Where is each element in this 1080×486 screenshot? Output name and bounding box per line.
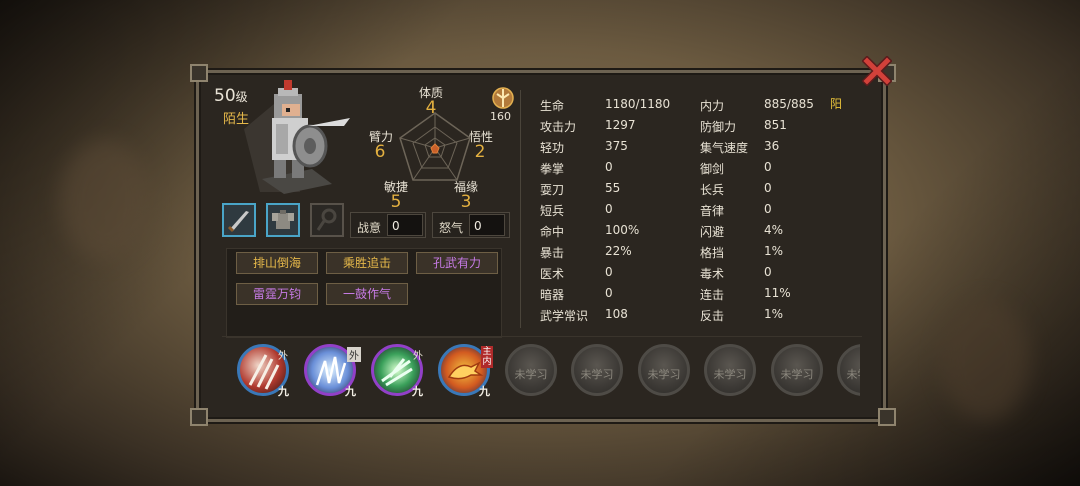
skill-tag[interactable]: 孔武有力 (416, 252, 498, 274)
close-button[interactable] (861, 55, 893, 87)
skill-type-tag: 外 (413, 351, 423, 362)
stat-label: 医术 (540, 267, 565, 281)
stat-value: 4% (764, 223, 784, 237)
skill-type-tag: 主内 (481, 346, 493, 368)
stat-value: 100% (605, 223, 640, 237)
power-value: 160 (490, 110, 511, 123)
stat-value: 0 (764, 181, 772, 195)
stat-label: 生命 (540, 99, 565, 113)
attr-fortune-value: 3 (460, 192, 472, 212)
skill-tag[interactable]: 一鼓作气 (326, 283, 408, 305)
stat-label: 暴击 (540, 246, 565, 260)
power-icon (490, 86, 516, 110)
stat-value: 0 (764, 202, 772, 216)
equip-accessory-slot[interactable] (310, 203, 344, 237)
rage-label: 怒气 (439, 221, 464, 235)
skill-type-tag: 外 (278, 351, 288, 362)
stat-value: 0 (605, 286, 613, 300)
stat-value: 0 (605, 202, 613, 216)
panel-corner (190, 64, 208, 82)
stat-value: 0 (605, 160, 613, 174)
skill-tag[interactable]: 乘胜追击 (326, 252, 408, 274)
locked-skill-slot-partial[interactable]: 未学习 (837, 344, 860, 396)
stat-label: 攻击力 (540, 120, 577, 134)
stat-value: 1297 (605, 118, 636, 132)
stat-label: 暗器 (540, 288, 565, 302)
stat-label: 轻功 (540, 141, 565, 155)
stat-value: 0 (605, 265, 613, 279)
background-blur (940, 300, 1030, 420)
stat-value: 55 (605, 181, 621, 195)
panel-divider (520, 90, 521, 328)
stat-label: 反击 (700, 309, 725, 323)
skill-tag[interactable]: 雷霆万钧 (236, 283, 318, 305)
panel-corner (878, 408, 896, 426)
locked-skill-label: 未学习 (846, 368, 861, 381)
character-portrait[interactable] (232, 74, 352, 199)
stat-label: 短兵 (540, 204, 565, 218)
fighting-spirit-value: 0 (387, 214, 423, 236)
skill-level: 九 (345, 385, 356, 398)
stat-label: 内力 (700, 99, 725, 113)
stat-label: 武学常识 (540, 309, 589, 323)
stat-value: 0 (764, 160, 772, 174)
accessory-icon (316, 208, 337, 231)
locked-skill-label: 未学习 (580, 368, 614, 381)
stat-label: 拳掌 (540, 162, 565, 176)
locked-skill-label: 未学习 (780, 368, 814, 381)
stat-value: 0 (764, 265, 772, 279)
stat-label: 集气速度 (700, 141, 749, 155)
stat-label: 毒术 (700, 267, 725, 281)
locked-skill-label: 未学习 (514, 368, 548, 381)
attr-insight-value: 2 (474, 142, 486, 162)
stat-label: 命中 (540, 225, 565, 239)
skill-level: 九 (412, 385, 423, 398)
stat-label: 御剑 (700, 162, 725, 176)
stat-value: 1% (764, 307, 784, 321)
alignment-badge: 阳 (830, 97, 843, 111)
stat-label: 闪避 (700, 225, 725, 239)
stat-value: 1% (764, 244, 784, 258)
attr-agility-value: 5 (390, 192, 402, 212)
fighting-spirit-label: 战意 (357, 221, 382, 235)
skill-type-tag: 外 (347, 347, 361, 362)
panel-corner (190, 408, 208, 426)
locked-skill-label: 未学习 (647, 368, 681, 381)
stat-value: 11% (764, 286, 791, 300)
stat-label: 格挡 (700, 246, 725, 260)
stat-value: 36 (764, 139, 780, 153)
warrior-sprite (244, 80, 350, 194)
background-blur (60, 140, 150, 260)
stat-label: 连击 (700, 288, 725, 302)
skills-divider (222, 336, 862, 337)
stat-label: 防御力 (700, 120, 737, 134)
stat-value: 22% (605, 244, 632, 258)
stat-value: 885/885 (764, 97, 814, 111)
equip-weapon-slot[interactable] (222, 203, 256, 237)
stat-value: 851 (764, 118, 787, 132)
stat-label: 耍刀 (540, 183, 565, 197)
skill-tag[interactable]: 排山倒海 (236, 252, 318, 274)
rage-value: 0 (469, 214, 505, 236)
locked-skill-label: 未学习 (713, 368, 747, 381)
skill-level: 九 (479, 385, 490, 398)
equip-armor-slot[interactable] (266, 203, 300, 237)
close-icon (861, 55, 893, 87)
stat-value: 108 (605, 307, 628, 321)
sword-icon (227, 211, 249, 233)
attr-strength-value: 6 (374, 142, 386, 162)
attr-constitution-value: 4 (425, 98, 437, 118)
skill-level: 九 (278, 385, 289, 398)
stat-label: 音律 (700, 204, 725, 218)
stat-value: 375 (605, 139, 628, 153)
armor-icon (272, 210, 294, 229)
stat-value: 1180/1180 (605, 97, 671, 111)
stat-label: 长兵 (700, 183, 725, 197)
